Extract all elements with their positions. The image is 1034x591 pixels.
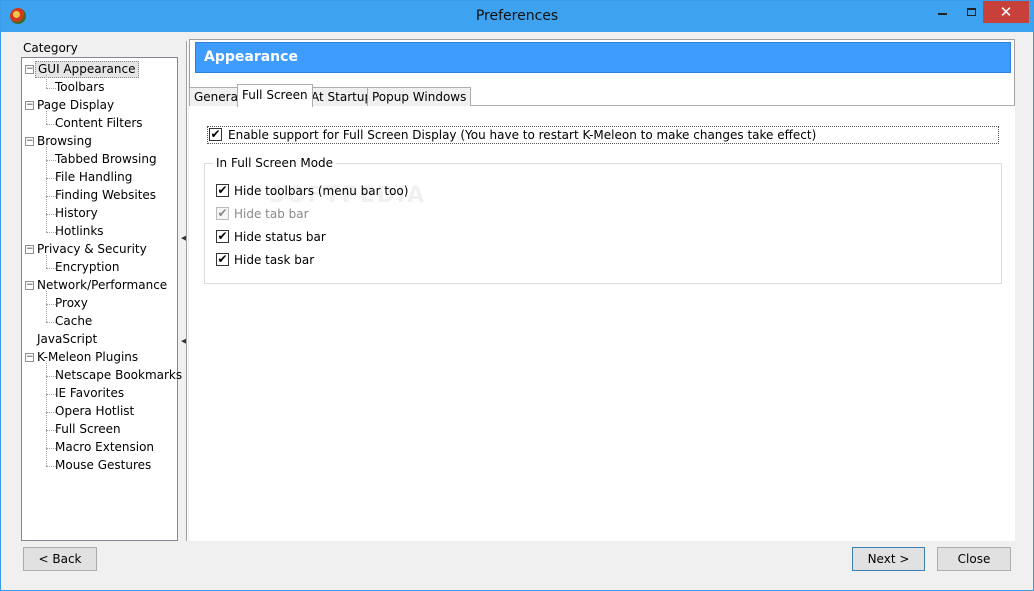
hide-tab-bar-label: Hide tab bar: [234, 207, 309, 221]
tree-collapse-icon[interactable]: −: [25, 65, 34, 74]
enable-full-screen-checkbox[interactable]: ✔: [209, 128, 222, 141]
tree-item-cache[interactable]: Cache: [53, 313, 94, 330]
tree-item-history[interactable]: History: [53, 205, 100, 222]
category-tree[interactable]: − GUI Appearance Toolbars − Page Display Cont…: [21, 57, 182, 541]
tree-connector: [46, 291, 47, 322]
close-window-button[interactable]: ✕: [983, 1, 1029, 23]
minimize-icon: [937, 13, 947, 15]
tree-item-gui-appearance[interactable]: GUI Appearance: [35, 61, 139, 78]
tree-item-encryption[interactable]: Encryption: [53, 259, 121, 276]
group-title: In Full Screen Mode: [213, 156, 337, 170]
tab-popup-windows[interactable]: Popup Windows: [367, 87, 472, 106]
title-bar: Preferences ✕: [1, 1, 1033, 32]
next-button[interactable]: Next >: [852, 547, 925, 571]
enable-full-screen-label[interactable]: Enable support for Full Screen Display (…: [228, 128, 816, 142]
minimize-button[interactable]: [927, 1, 957, 23]
tree-item-proxy[interactable]: Proxy: [53, 295, 90, 312]
hide-task-bar-checkbox[interactable]: ✔: [216, 253, 229, 266]
tree-item-finding-websites[interactable]: Finding Websites: [53, 187, 158, 204]
panel-splitter[interactable]: [186, 41, 188, 541]
tree-item-network-performance[interactable]: Network/Performance: [35, 277, 169, 294]
tree-item-netscape-bookmarks[interactable]: Netscape Bookmarks: [53, 367, 184, 384]
full-screen-mode-group: [204, 163, 1002, 284]
tree-item-opera-hotlist[interactable]: Opera Hotlist: [53, 403, 136, 420]
close-button[interactable]: Close: [937, 547, 1011, 571]
preferences-window: Preferences ✕ Category − GUI Appearance To…: [0, 0, 1034, 591]
k-meleon-app-icon[interactable]: [10, 8, 26, 24]
tab-full-screen[interactable]: Full Screen: [237, 84, 313, 107]
tree-item-mouse-gestures[interactable]: Mouse Gestures: [53, 457, 153, 474]
tree-item-full-screen[interactable]: Full Screen: [53, 421, 123, 438]
tree-item-macro-extension[interactable]: Macro Extension: [53, 439, 156, 456]
tree-connector: [46, 147, 47, 232]
tree-item-privacy-security[interactable]: Privacy & Security: [35, 241, 149, 258]
maximize-button[interactable]: [956, 1, 986, 23]
tree-collapse-icon[interactable]: −: [25, 101, 34, 110]
tree-collapse-icon[interactable]: −: [25, 281, 34, 290]
tree-connector: [46, 255, 47, 268]
maximize-icon: [966, 8, 976, 16]
hide-toolbars-label[interactable]: Hide toolbars (menu bar too): [234, 184, 408, 198]
hide-status-bar-label[interactable]: Hide status bar: [234, 230, 326, 244]
tree-item-k-meleon-plugins[interactable]: K-Meleon Plugins: [35, 349, 140, 366]
hide-toolbars-checkbox[interactable]: ✔: [216, 184, 229, 197]
close-icon: ✕: [999, 3, 1013, 21]
tree-item-file-handling[interactable]: File Handling: [53, 169, 134, 186]
tree-item-browsing[interactable]: Browsing: [35, 133, 94, 150]
tree-collapse-icon[interactable]: −: [25, 353, 34, 362]
tree-connector: [46, 111, 47, 124]
tree-item-javascript[interactable]: JavaScript: [35, 331, 99, 348]
hide-task-bar-label[interactable]: Hide task bar: [234, 253, 314, 267]
tree-item-tabbed-browsing[interactable]: Tabbed Browsing: [53, 151, 159, 168]
hide-status-bar-checkbox[interactable]: ✔: [216, 230, 229, 243]
category-label: Category: [23, 41, 78, 55]
tree-connector: [46, 363, 47, 466]
tree-collapse-icon[interactable]: −: [25, 245, 34, 254]
tree-item-hotlinks[interactable]: Hotlinks: [53, 223, 106, 240]
tree-item-ie-favorites[interactable]: IE Favorites: [53, 385, 126, 402]
section-header: Appearance: [195, 42, 1011, 73]
hide-tab-bar-checkbox: ✔: [216, 206, 229, 220]
back-button[interactable]: < Back: [23, 547, 97, 571]
tree-connector: [46, 75, 47, 88]
tree-item-toolbars[interactable]: Toolbars: [53, 79, 106, 96]
tree-item-page-display[interactable]: Page Display: [35, 97, 116, 114]
tree-collapse-icon[interactable]: −: [25, 137, 34, 146]
window-title: Preferences: [475, 8, 559, 24]
tree-item-content-filters[interactable]: Content Filters: [53, 115, 145, 132]
